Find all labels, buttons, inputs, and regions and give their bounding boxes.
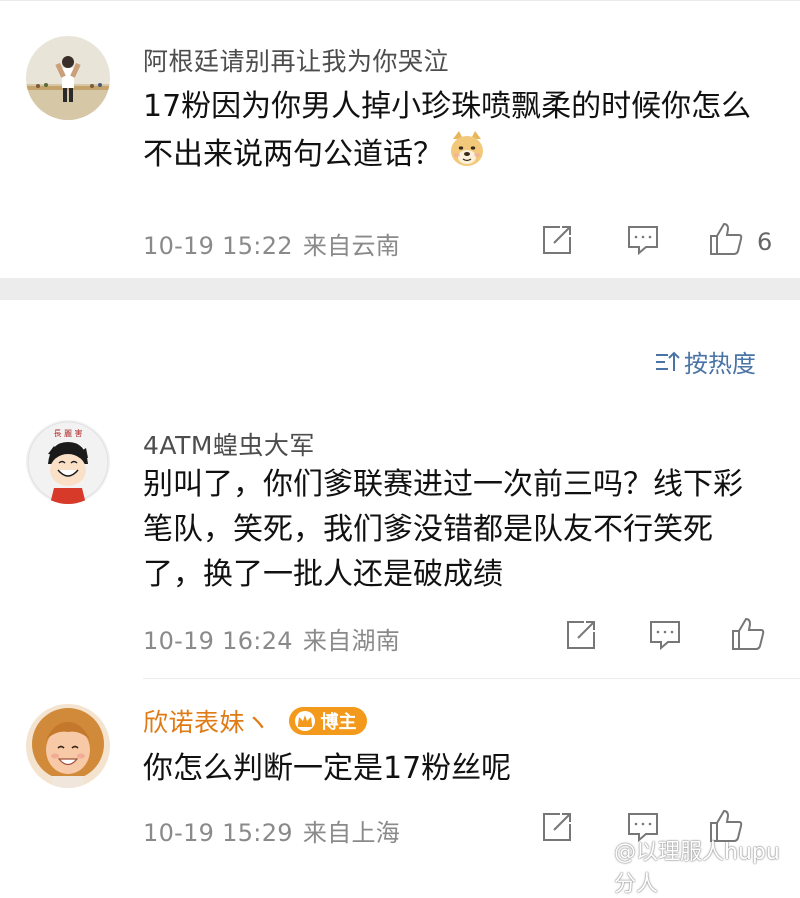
comment-icon[interactable]: [626, 223, 660, 257]
comment-location: 来自湖南: [302, 627, 401, 655]
comment-header: 欣诺表妹ヽ 博主: [143, 703, 367, 739]
sort-label: 按热度: [684, 350, 756, 378]
like-icon[interactable]: [730, 616, 765, 650]
comment-divider: [143, 678, 800, 679]
comment-text: 别叫了，你们爹联赛进过一次前三吗？线下彩笔队，笑死，我们爹没错都是队友不行笑死了…: [143, 467, 743, 592]
comment-meta: 10-19 15:29 来自上海: [143, 813, 400, 848]
comment-location: 来自上海: [302, 819, 401, 847]
sort-by-hot-button[interactable]: 按热度: [654, 344, 756, 380]
comment-time: 10-19 15:29: [143, 819, 293, 847]
repost-icon[interactable]: [540, 223, 574, 257]
crown-icon: [293, 710, 317, 732]
comment-icon[interactable]: [648, 618, 682, 652]
blogger-badge: 博主: [288, 707, 367, 735]
doge-emoji-icon: [447, 129, 487, 182]
avatar[interactable]: 長 麗 害: [26, 420, 110, 504]
badge-label: 博主: [320, 712, 357, 733]
repost-icon[interactable]: [540, 810, 574, 844]
comment-meta: 10-19 16:24 来自湖南: [143, 621, 400, 656]
repost-icon[interactable]: [564, 618, 598, 652]
comment-username[interactable]: 欣诺表妹ヽ: [143, 703, 271, 739]
section-separator: [0, 278, 800, 300]
comment-time: 10-19 16:24: [143, 627, 293, 655]
like-icon[interactable]: [708, 221, 743, 255]
watermark: @以理服人hupu分人: [614, 840, 780, 897]
svg-text:長 麗 害: 長 麗 害: [53, 428, 82, 438]
comment-location: 来自云南: [302, 232, 401, 260]
comment-text: 17粉因为你男人掉小珍珠喷飘柔的时候你怎么不出来说两句公道话？: [143, 84, 763, 182]
avatar[interactable]: [26, 704, 110, 788]
like-count: 6: [757, 228, 773, 256]
comment-meta: 10-19 15:22 来自云南: [143, 226, 400, 261]
sort-icon: [654, 350, 680, 380]
comment-username[interactable]: 阿根廷请别再让我为你哭泣: [143, 42, 449, 78]
comment-username[interactable]: 4ATM蝗虫大军: [143, 426, 315, 462]
comment-time: 10-19 15:22: [143, 232, 293, 260]
top-border: [0, 0, 800, 15]
comment-text: 你怎么判断一定是17粉丝呢: [143, 751, 512, 786]
avatar[interactable]: [26, 36, 110, 120]
